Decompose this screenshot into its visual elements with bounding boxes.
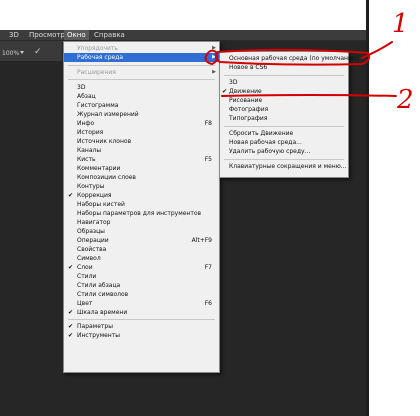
- annotation-number-1: 1: [392, 9, 409, 39]
- annotation-line-1: [361, 41, 393, 59]
- annotation-number-2: 2: [396, 85, 414, 115]
- annotation-line-2: [221, 94, 397, 97]
- annotation-oval: [214, 48, 371, 66]
- red-annotation-layer: 1 2: [204, 9, 414, 115]
